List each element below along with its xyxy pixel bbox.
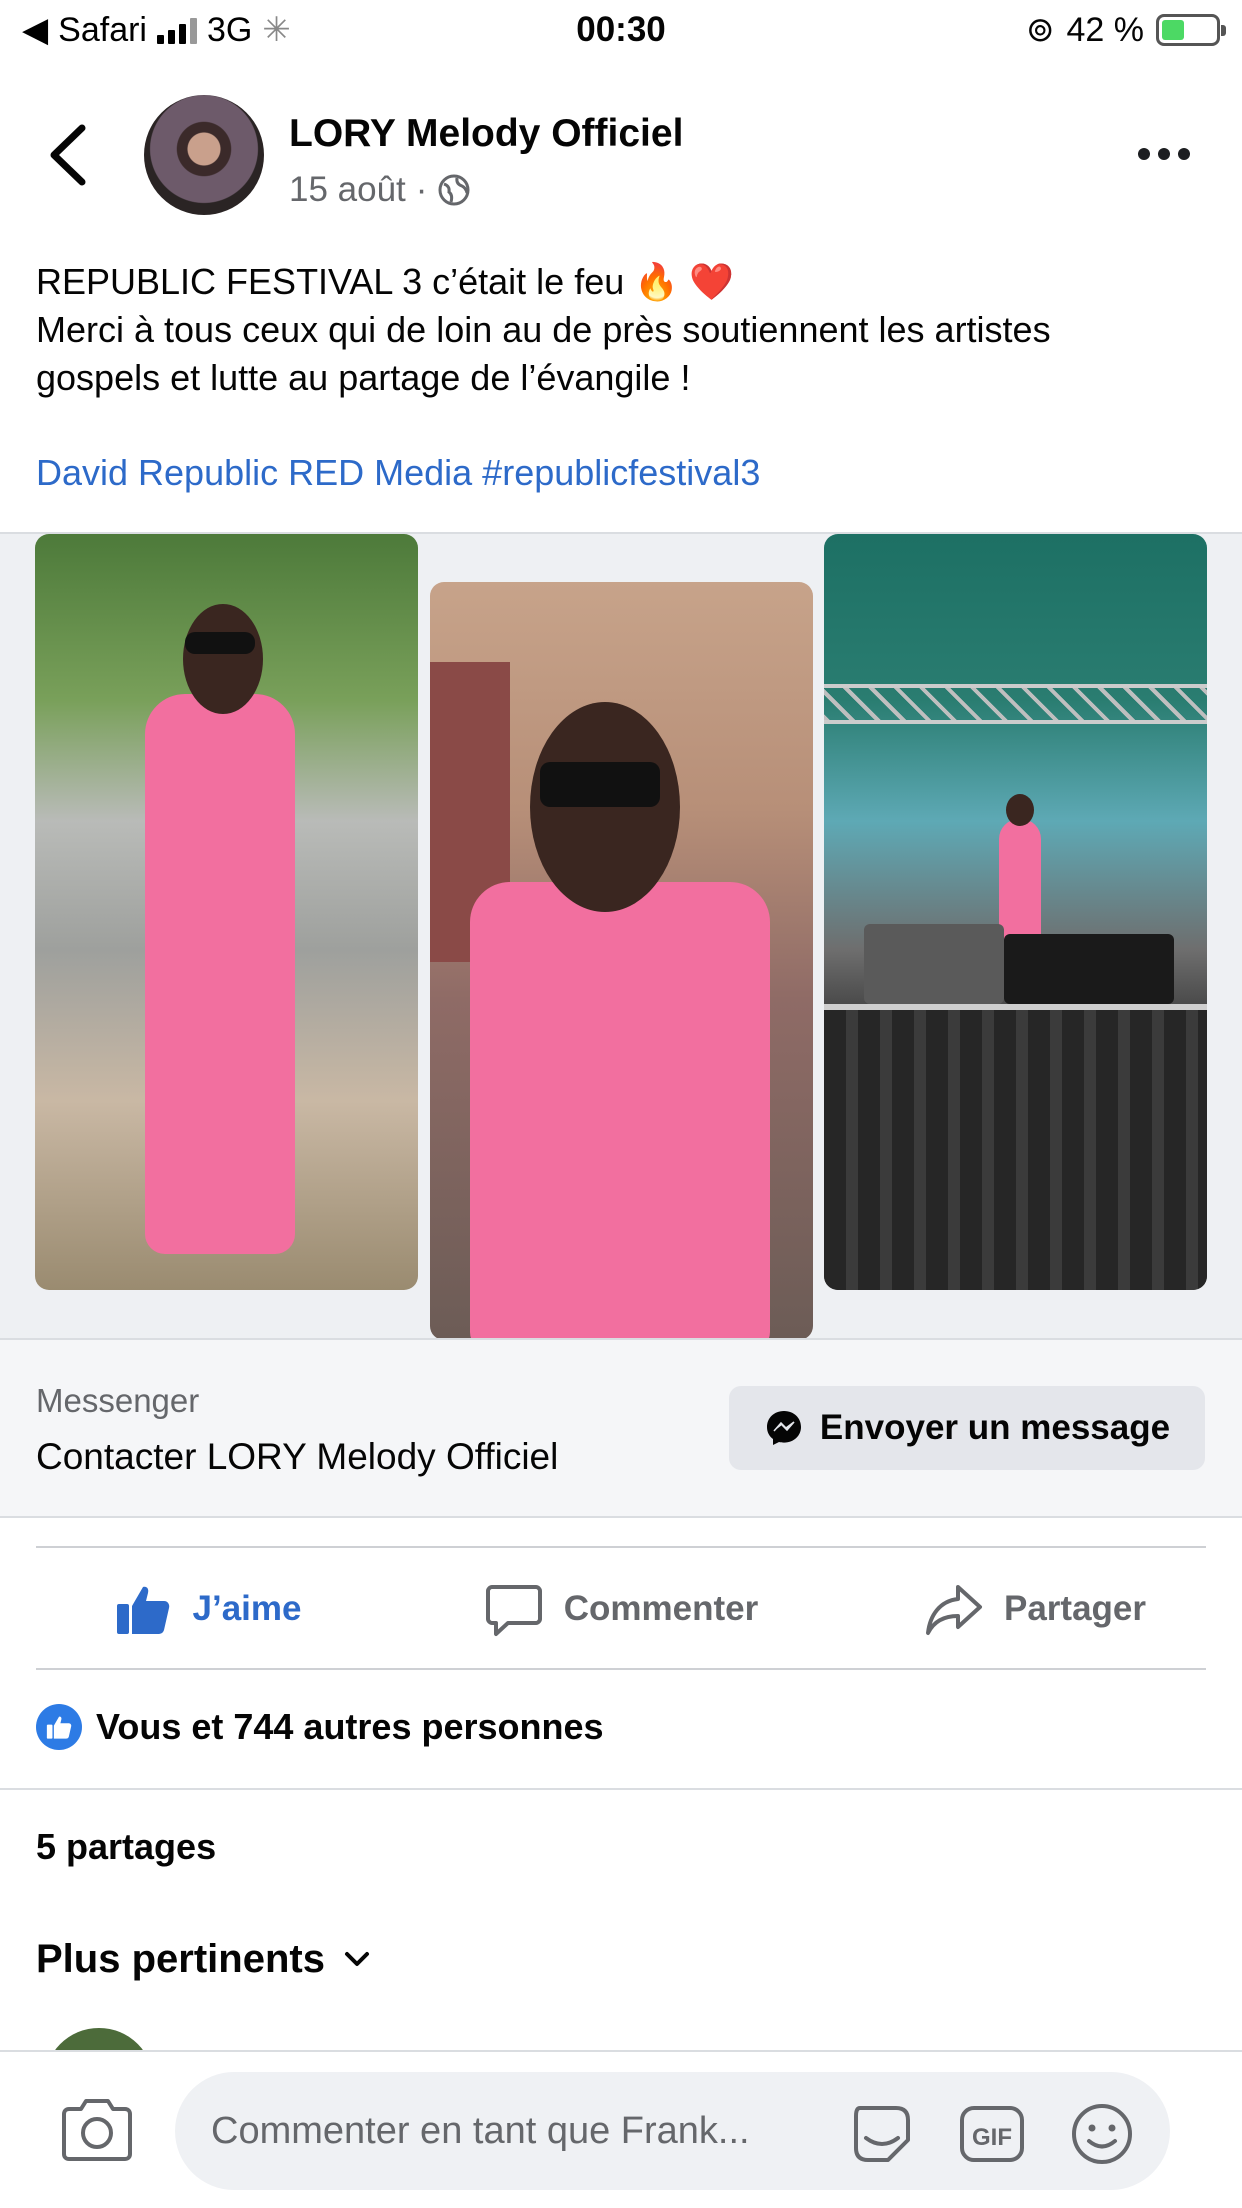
like-reaction-icon [36,1704,82,1750]
comment-sort-dropdown[interactable]: Plus pertinents [36,1937,371,1982]
sort-label: Plus pertinents [36,1937,325,1981]
status-right: ⊚ 42 % [1026,10,1226,50]
camera-icon[interactable] [58,2096,136,2164]
page-name[interactable]: LORY Melody Officiel [289,112,683,156]
messenger-label: Messenger [36,1382,200,1419]
share-button[interactable]: Partager [828,1548,1242,1670]
sticker-icon[interactable] [846,2098,918,2170]
comment-bar: GIF [0,2050,1242,2208]
chevron-down-icon [344,1951,369,1966]
reactions-text: Vous et 744 autres personnes [96,1706,604,1747]
share-label: Partager [1003,1589,1147,1628]
messenger-icon [766,1411,801,1445]
comment-bubble-icon [485,1585,542,1636]
battery-icon [1156,14,1226,46]
photo-2[interactable] [430,582,813,1340]
like-button[interactable]: J’aime [0,1548,414,1670]
page-avatar[interactable] [144,95,264,215]
send-message-label: Envoyer un message [819,1408,1171,1447]
emoji-icon[interactable] [1066,2098,1138,2170]
post-text-line: REPUBLIC FESTIVAL 3 c’était le feu 🔥 ❤️ [36,261,734,302]
post-tags[interactable]: David Republic RED Media #republicfestiv… [36,452,760,494]
messenger-card: Messenger Contacter LORY Melody Officiel… [0,1338,1242,1518]
divider [36,1668,1206,1670]
shares-count[interactable]: 5 partages [36,1826,216,1868]
post-text-line: gospels et lutte au partage de l’évangil… [36,357,691,398]
status-bar: ◀ Safari 3G ✳ 00:30 ⊚ 42 % [0,0,1242,62]
post-text: REPUBLIC FESTIVAL 3 c’était le feu 🔥 ❤️ … [36,258,1206,402]
post-actions: J’aime Commenter Partager [0,1548,1242,1670]
share-arrow-icon [925,1585,982,1635]
messenger-contact: Contacter LORY Melody Officiel [36,1436,559,1477]
orientation-lock-icon: ⊚ [1026,11,1055,49]
like-label: J’aime [192,1589,302,1628]
photo-1[interactable] [35,534,418,1290]
thumbs-up-icon [116,1586,169,1634]
battery-percent: 42 % [1066,10,1145,49]
globe-icon [438,174,470,206]
post-text-line: Merci à tous ceux qui de loin au de près… [36,309,1051,350]
post-date[interactable]: 15 août [289,170,406,210]
divider [0,1788,1242,1790]
meta-separator: · [415,170,428,209]
gif-icon[interactable]: GIF [956,2098,1028,2170]
photo-3[interactable] [824,534,1207,1290]
svg-text:GIF: GIF [972,2124,1012,2151]
reactions-summary[interactable]: Vous et 744 autres personnes [36,1704,604,1750]
post-meta: 15 août · [289,170,471,210]
comment-button[interactable]: Commenter [414,1548,828,1670]
back-arrow-icon[interactable] [44,120,94,190]
photo-gallery [0,532,1242,1340]
more-options-icon[interactable] [1138,148,1190,160]
send-message-button[interactable]: Envoyer un message [729,1386,1205,1470]
comment-label: Commenter [563,1589,759,1628]
